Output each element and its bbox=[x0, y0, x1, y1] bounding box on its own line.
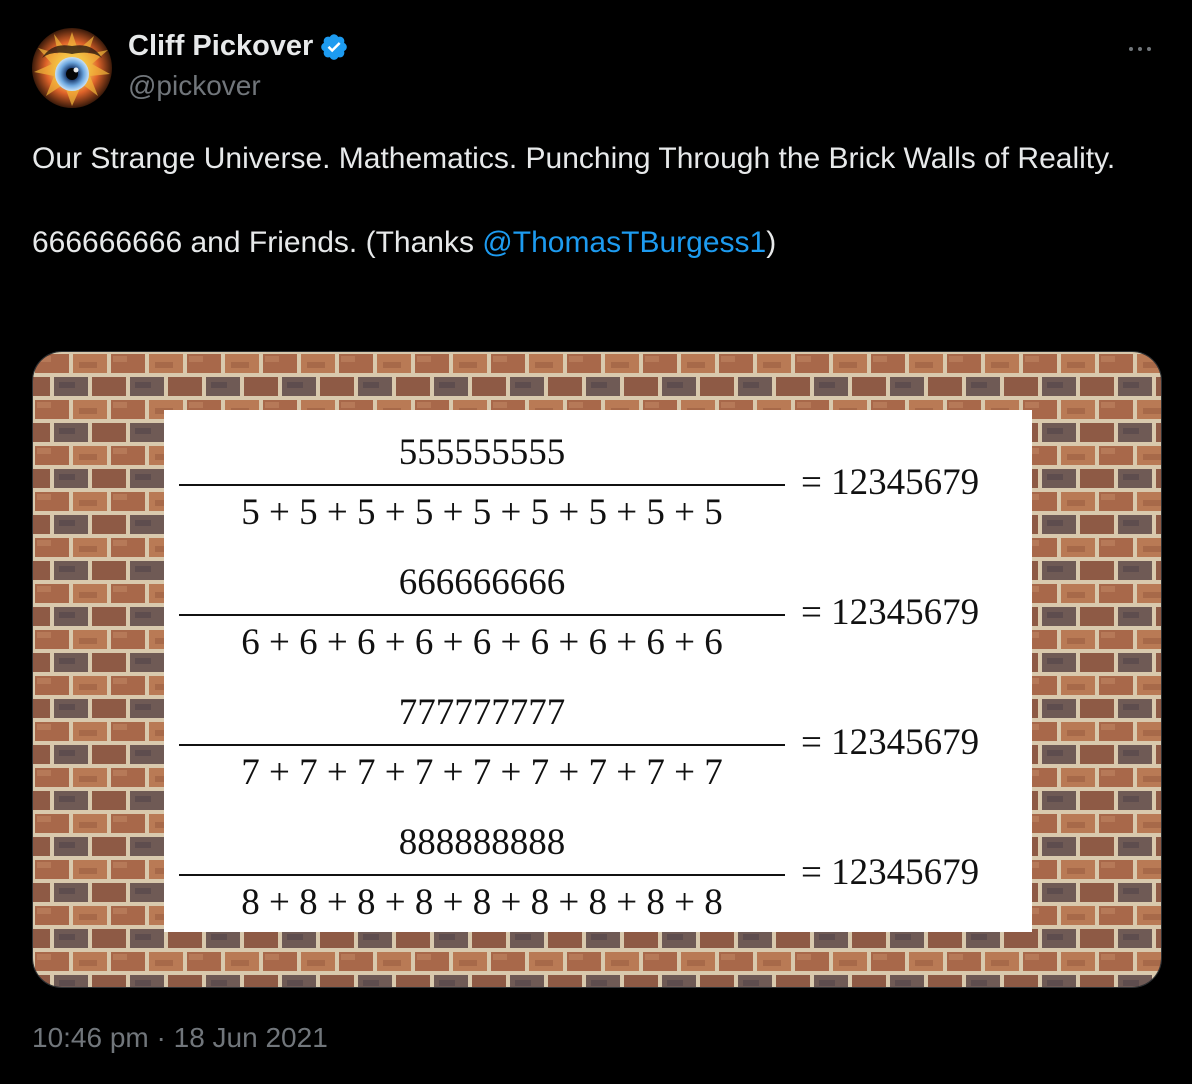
tweet-header: Cliff Pickover @pickover bbox=[32, 28, 1160, 108]
handle[interactable]: @pickover bbox=[128, 70, 261, 102]
mention-link[interactable]: @ThomasTBurgess1 bbox=[482, 226, 766, 259]
equation-1: 555555555 5 + 5 + 5 + 5 + 5 + 5 + 5 + 5 … bbox=[179, 428, 1019, 548]
avatar[interactable] bbox=[32, 28, 112, 108]
tweet-line-2-text: 666666666 and Friends. (Thanks bbox=[32, 226, 483, 259]
result: = 12345679 bbox=[801, 592, 980, 633]
display-name[interactable]: Cliff Pickover bbox=[128, 30, 313, 63]
avatar-eye-icon bbox=[32, 28, 112, 108]
fraction: 777777777 7 + 7 + 7 + 7 + 7 + 7 + 7 + 7 … bbox=[179, 688, 785, 798]
denominator: 5 + 5 + 5 + 5 + 5 + 5 + 5 + 5 + 5 bbox=[241, 492, 723, 533]
denominator: 7 + 7 + 7 + 7 + 7 + 7 + 7 + 7 + 7 bbox=[241, 752, 723, 793]
equation-3: 777777777 7 + 7 + 7 + 7 + 7 + 7 + 7 + 7 … bbox=[179, 688, 1019, 808]
verified-badge-icon bbox=[321, 33, 348, 60]
numerator: 666666666 bbox=[398, 562, 566, 603]
equation-2: 666666666 6 + 6 + 6 + 6 + 6 + 6 + 6 + 6 … bbox=[179, 558, 1019, 678]
math-panel: 555555555 5 + 5 + 5 + 5 + 5 + 5 + 5 + 5 … bbox=[164, 410, 1032, 932]
denominator: 6 + 6 + 6 + 6 + 6 + 6 + 6 + 6 + 6 bbox=[241, 622, 723, 663]
result: = 12345679 bbox=[801, 462, 980, 503]
tweet-line-1: Our Strange Universe. Mathematics. Punch… bbox=[32, 142, 1116, 175]
equation-4: 888888888 8 + 8 + 8 + 8 + 8 + 8 + 8 + 8 … bbox=[179, 818, 1019, 938]
fraction-bar bbox=[179, 614, 785, 616]
tweet-text: Our Strange Universe. Mathematics. Punch… bbox=[32, 138, 1160, 264]
numerator: 555555555 bbox=[398, 432, 566, 473]
numerator: 888888888 bbox=[398, 822, 566, 863]
tweet-line-2: 666666666 and Friends. (Thanks @ThomasTB… bbox=[32, 222, 1160, 264]
timestamp[interactable]: 10:46 pm · 18 Jun 2021 bbox=[32, 1022, 328, 1054]
fraction-bar bbox=[179, 874, 785, 876]
fraction: 555555555 5 + 5 + 5 + 5 + 5 + 5 + 5 + 5 … bbox=[179, 428, 785, 538]
more-dots-icon[interactable] bbox=[1120, 34, 1160, 64]
denominator: 8 + 8 + 8 + 8 + 8 + 8 + 8 + 8 + 8 bbox=[241, 882, 723, 923]
tweet-line-2-close: ) bbox=[766, 226, 777, 259]
fraction-bar bbox=[179, 744, 785, 746]
result: = 12345679 bbox=[801, 722, 980, 763]
fraction: 888888888 8 + 8 + 8 + 8 + 8 + 8 + 8 + 8 … bbox=[179, 818, 785, 928]
result: = 12345679 bbox=[801, 852, 980, 893]
numerator: 777777777 bbox=[398, 692, 566, 733]
name-row: Cliff Pickover bbox=[128, 30, 349, 63]
fraction-bar bbox=[179, 484, 785, 486]
media-image[interactable]: 555555555 5 + 5 + 5 + 5 + 5 + 5 + 5 + 5 … bbox=[32, 351, 1162, 988]
fraction: 666666666 6 + 6 + 6 + 6 + 6 + 6 + 6 + 6 … bbox=[179, 558, 785, 668]
